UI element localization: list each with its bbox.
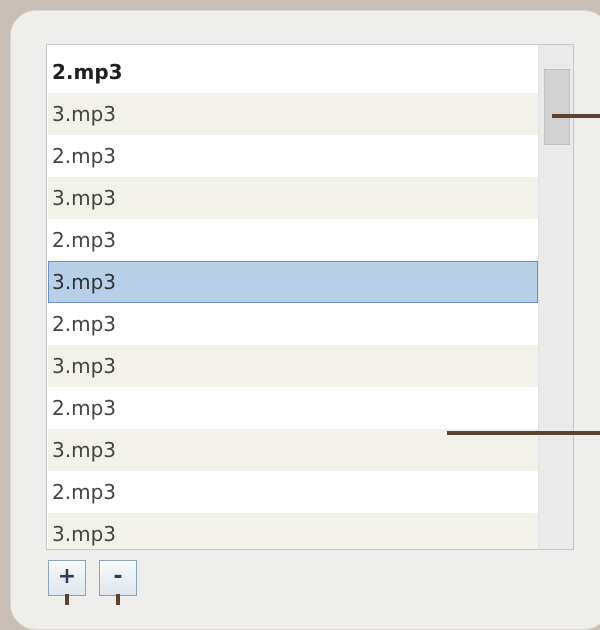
list-item[interactable]: 2.mp3: [48, 219, 538, 261]
callout-line-listbox: [447, 431, 600, 435]
list-item[interactable]: 3.mp3: [48, 345, 538, 387]
list-item[interactable]: 2.mp3: [48, 135, 538, 177]
list-item[interactable]: 3.mp3: [48, 177, 538, 219]
scrollbar-thumb[interactable]: [544, 69, 570, 145]
list-header: 2.mp3: [48, 51, 538, 93]
list-item-selected[interactable]: 3.mp3: [48, 261, 538, 303]
playlist-rows: 2.mp3 3.mp3 2.mp3 3.mp3 2.mp3 3.mp3 2.mp…: [48, 51, 538, 549]
add-item-button[interactable]: +: [48, 560, 86, 596]
playlist-listbox[interactable]: 2.mp3 3.mp3 2.mp3 3.mp3 2.mp3 3.mp3 2.mp…: [46, 44, 574, 550]
list-item[interactable]: 2.mp3: [48, 303, 538, 345]
remove-item-button[interactable]: -: [99, 560, 137, 596]
list-item[interactable]: 3.mp3: [48, 93, 538, 135]
callout-line-add-button: [65, 594, 69, 605]
callout-line-remove-button: [116, 594, 120, 605]
list-item[interactable]: 2.mp3: [48, 387, 538, 429]
list-item[interactable]: 3.mp3: [48, 513, 538, 549]
callout-line-scrollbar: [552, 114, 600, 118]
vertical-scrollbar[interactable]: [538, 45, 573, 549]
list-item[interactable]: 2.mp3: [48, 471, 538, 513]
list-item[interactable]: 3.mp3: [48, 429, 538, 471]
